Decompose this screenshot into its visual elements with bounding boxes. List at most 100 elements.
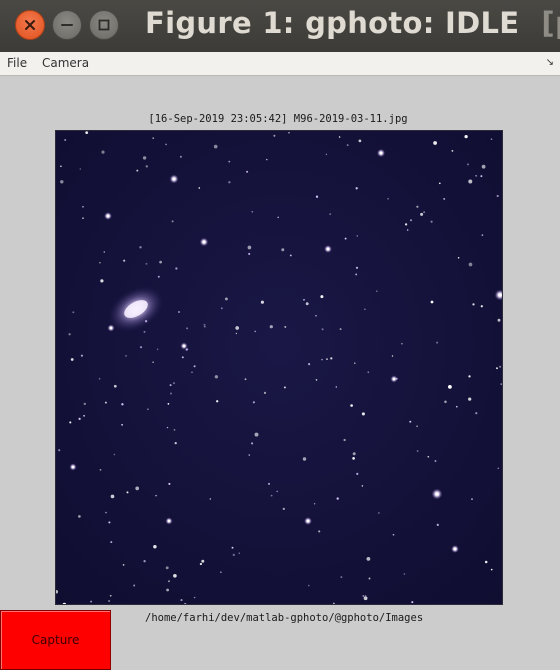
star [392,377,396,381]
menu-arrow-icon[interactable]: ↘ [546,57,554,68]
star [136,169,139,172]
star [168,482,171,485]
star [173,429,176,431]
star [468,397,472,401]
star [101,150,105,154]
star [191,371,193,374]
image-title-text: [16-Sep-2019 23:05:42] M96-2019-03-11.jp… [148,113,408,125]
star [135,486,140,491]
star [344,237,347,240]
star [105,511,107,514]
star [308,363,311,366]
window-titlebar: Figure 1: gphoto: IDLE [po [0,0,560,52]
star [248,252,251,255]
capture-button[interactable]: Capture [0,610,111,670]
star [142,156,147,160]
star [266,158,268,161]
star [106,214,110,218]
star [202,240,206,244]
star [273,134,276,137]
star [182,344,186,348]
star [276,490,278,493]
star [405,223,408,226]
minimize-icon [61,24,73,26]
star [179,155,182,158]
star [355,266,359,269]
star [367,371,370,373]
star [434,460,437,462]
star [464,134,468,139]
astro-image [55,130,503,605]
star [180,599,183,602]
star [409,219,413,222]
star [406,229,409,231]
star [288,131,290,134]
star [213,144,218,149]
star [354,362,356,364]
menu-camera[interactable]: Camera [42,56,89,70]
star [480,175,483,178]
image-title: [16-Sep-2019 23:05:42] M96-2019-03-11.jp… [0,113,560,125]
star [83,414,86,417]
star [235,326,240,330]
star [70,358,74,361]
star [350,404,353,407]
star [159,260,162,264]
star [121,423,124,426]
maximize-icon [98,19,110,31]
star [339,328,342,331]
star [416,425,418,428]
star [185,348,189,351]
star [72,311,75,314]
star [172,177,176,181]
star [254,330,256,333]
star [438,182,441,185]
star [83,402,86,406]
star [139,246,142,249]
star [498,293,502,297]
star [244,378,247,381]
star [220,307,223,310]
star [282,507,285,510]
star [99,261,101,264]
star [391,355,394,357]
star [340,576,343,579]
star [326,247,330,251]
star [325,153,328,156]
star [108,600,111,602]
star [166,588,169,592]
star [156,348,159,351]
star [484,560,488,564]
window-title: Figure 1: gphoto: IDLE [po [145,6,560,40]
star [409,420,412,423]
menu-file[interactable]: File [7,56,27,70]
window-title-text: Figure 1: gphoto: IDLE [145,6,520,40]
star [252,401,255,404]
star [481,164,486,169]
star [466,163,470,166]
star [108,521,111,524]
star [329,213,332,216]
star [121,403,124,406]
star [82,217,84,219]
star [220,571,222,573]
star [82,205,84,208]
star [113,453,116,456]
star [392,533,395,536]
star [98,377,101,380]
star [361,485,364,487]
star [362,595,365,597]
star [174,441,177,445]
minimize-window-button[interactable] [52,10,82,40]
star [364,594,367,597]
maximize-window-button[interactable] [89,10,119,40]
star [475,412,478,415]
star [145,262,148,265]
star [411,601,414,604]
star [468,375,471,378]
star [320,295,324,299]
star [175,267,178,270]
star [500,383,502,385]
star [335,386,338,388]
close-window-button[interactable] [15,10,45,40]
